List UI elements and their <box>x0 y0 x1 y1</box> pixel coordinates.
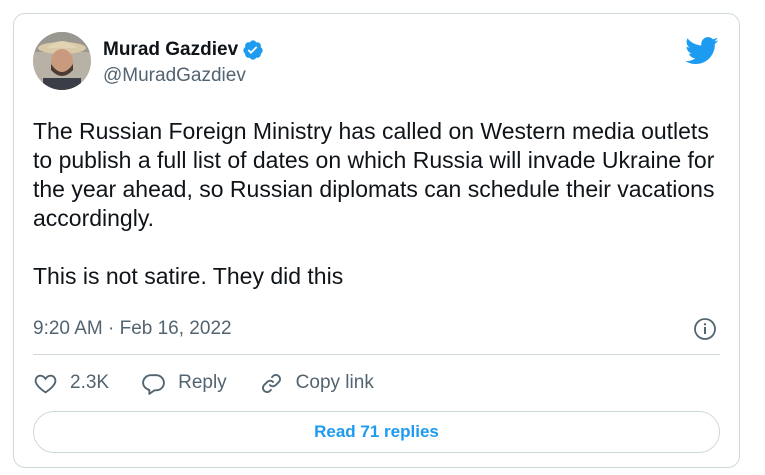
copy-link-button[interactable]: Copy link <box>259 371 374 396</box>
read-replies-button[interactable]: Read 71 replies <box>33 411 720 453</box>
copy-link-label: Copy link <box>295 372 374 393</box>
reply-button[interactable]: Reply <box>141 371 227 396</box>
author-name[interactable]: Murad Gazdiev <box>103 39 238 61</box>
verified-badge-icon <box>243 40 263 60</box>
tweet-timestamp[interactable]: 9:20 AM · Feb 16, 2022 <box>33 318 232 340</box>
reply-icon <box>142 373 165 395</box>
author-handle[interactable]: @MuradGazdiev <box>103 65 246 87</box>
heart-icon <box>34 374 57 393</box>
tweet-text: The Russian Foreign Ministry has called … <box>33 118 715 289</box>
divider <box>33 354 720 355</box>
tweet-card: Murad Gazdiev @MuradGazdiev The Russian … <box>13 13 740 468</box>
info-icon[interactable] <box>693 317 717 341</box>
avatar-image <box>33 32 91 90</box>
like-button[interactable]: 2.3K <box>33 371 109 396</box>
link-icon <box>261 373 281 393</box>
tweet-actions: 2.3K Reply Copy link <box>33 368 374 398</box>
author-name-row[interactable]: Murad Gazdiev <box>103 39 264 61</box>
twitter-bird-icon[interactable] <box>685 37 719 65</box>
avatar[interactable] <box>33 32 91 90</box>
reply-label: Reply <box>178 372 227 393</box>
like-count: 2.3K <box>70 372 110 393</box>
